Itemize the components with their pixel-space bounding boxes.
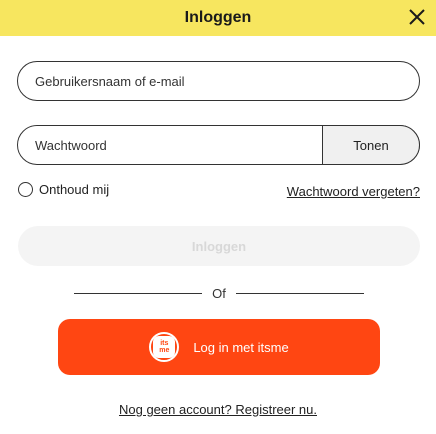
login-button[interactable]: Inloggen xyxy=(18,226,420,266)
show-password-button[interactable]: Tonen xyxy=(322,125,420,165)
password-field-wrapper: Tonen xyxy=(17,125,420,165)
itsme-login-button[interactable]: its me Log in met itsme xyxy=(58,319,380,375)
itsme-label: Log in met itsme xyxy=(193,339,289,355)
divider-line-left xyxy=(74,292,203,294)
itsme-logo-mark: its me xyxy=(153,336,176,358)
forgot-password-link[interactable]: Wachtwoord vergeten? xyxy=(287,184,420,199)
itsme-logo-icon: its me xyxy=(149,332,180,362)
modal-header: Inloggen xyxy=(0,0,436,36)
or-divider: Of xyxy=(74,283,365,303)
username-field-wrapper xyxy=(17,61,420,101)
remember-me-radio[interactable] xyxy=(18,182,33,197)
modal-title: Inloggen xyxy=(184,9,252,26)
divider-text: Of xyxy=(212,285,226,301)
itsme-logo-top: its xyxy=(160,340,169,347)
itsme-logo-bottom: me xyxy=(159,347,170,354)
remember-me-label: Onthoud mij xyxy=(39,182,110,197)
close-icon xyxy=(409,9,425,25)
remember-me[interactable]: Onthoud mij xyxy=(18,182,109,197)
register-link[interactable]: Nog geen account? Registreer nu. xyxy=(119,402,317,417)
username-input[interactable] xyxy=(35,73,419,89)
divider-line-right xyxy=(235,292,365,294)
password-input[interactable] xyxy=(35,137,315,153)
close-button[interactable] xyxy=(404,4,430,30)
register-row: Nog geen account? Registreer nu. xyxy=(0,402,436,417)
